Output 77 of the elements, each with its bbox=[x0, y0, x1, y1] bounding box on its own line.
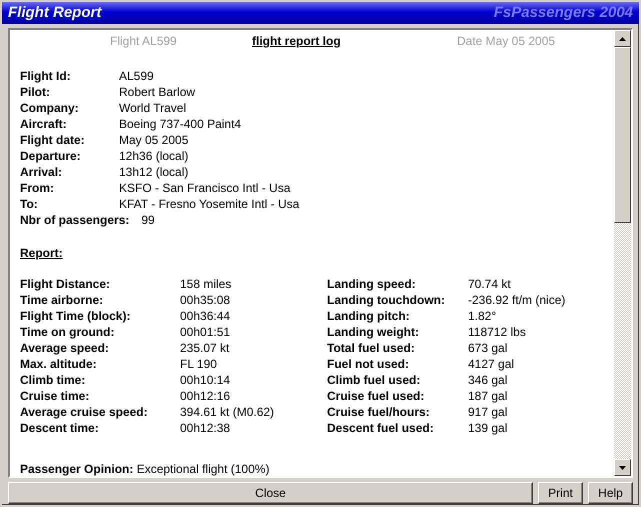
stat-label: Climb fuel used: bbox=[327, 372, 422, 389]
stat-value: 673 gal bbox=[468, 340, 508, 357]
stat-label: Total fuel used: bbox=[327, 340, 416, 357]
stat-label: Landing pitch: bbox=[327, 308, 411, 325]
scrollbar[interactable] bbox=[614, 30, 631, 476]
opinion-value: Exceptional flight (100%) bbox=[136, 462, 270, 476]
stat-label: Descent time: bbox=[20, 420, 100, 437]
field-label: Nbr of passengers: bbox=[20, 212, 130, 229]
field-label: Pilot: bbox=[20, 84, 51, 101]
stat-label: Time on ground: bbox=[20, 324, 116, 341]
section-heading: Report: bbox=[20, 245, 64, 260]
scroll-up-button[interactable] bbox=[614, 30, 631, 47]
field-value: 99 bbox=[141, 212, 155, 229]
stat-label: Landing weight: bbox=[327, 324, 420, 341]
dialog-button[interactable]: Help bbox=[588, 482, 633, 504]
stat-value: 158 miles bbox=[180, 276, 232, 293]
opinion-label: Passenger Opinion: bbox=[20, 462, 134, 476]
down-triangle-icon bbox=[619, 466, 626, 470]
field-label: Company: bbox=[20, 100, 80, 117]
stat-label: Cruise fuel used: bbox=[327, 388, 426, 405]
stat-label: Cruise fuel/hours: bbox=[327, 404, 431, 421]
field-value: May 05 2005 bbox=[119, 132, 188, 149]
stat-value: 235.07 kt bbox=[180, 340, 230, 357]
stat-label: Average cruise speed: bbox=[20, 404, 149, 421]
stat-value: 346 gal bbox=[468, 372, 508, 389]
field-value: KSFO - San Francisco Intl - Usa bbox=[119, 180, 290, 197]
stat-label: Climb time: bbox=[20, 372, 86, 389]
field-label: Arrival: bbox=[20, 164, 64, 181]
field-label: Departure: bbox=[20, 148, 82, 165]
report-heading: flight report log bbox=[252, 33, 342, 50]
stat-value: 70.74 kt bbox=[468, 276, 511, 293]
stat-value: 00h10:14 bbox=[180, 372, 232, 389]
up-triangle-icon bbox=[619, 36, 626, 40]
stat-value: 00h01:51 bbox=[180, 324, 232, 341]
stat-value: 00h12:38 bbox=[180, 420, 232, 437]
date-text: Date May 05 2005 bbox=[457, 33, 556, 50]
stat-value: 1.82° bbox=[468, 308, 496, 325]
field-value: 13h12 (local) bbox=[119, 164, 188, 181]
window-title: Flight Report bbox=[8, 2, 102, 23]
stat-label: Landing speed: bbox=[327, 276, 417, 293]
scroll-down-button[interactable] bbox=[614, 459, 631, 476]
stat-label: Flight Time (block): bbox=[20, 308, 132, 325]
field-value: AL599 bbox=[119, 68, 154, 85]
stat-value: 4127 gal bbox=[468, 356, 514, 373]
field-label: To: bbox=[20, 196, 39, 213]
stat-value: 187 gal bbox=[468, 388, 508, 405]
flight-number-text: Flight AL599 bbox=[110, 33, 178, 50]
stat-value: 139 gal bbox=[468, 420, 508, 437]
field-value: Boeing 737-400 Paint4 bbox=[119, 116, 242, 133]
field-value: 12h36 (local) bbox=[119, 148, 188, 165]
stat-value: 917 gal bbox=[468, 404, 508, 421]
field-label: Flight Id: bbox=[20, 68, 72, 85]
stat-value: 00h35:08 bbox=[180, 292, 232, 309]
brand-title: FsPassengers 2004 bbox=[494, 2, 633, 23]
stat-value: FL 190 bbox=[180, 356, 218, 373]
stat-label: Max. altitude: bbox=[20, 356, 98, 373]
field-label: From: bbox=[20, 180, 55, 197]
field-value: Robert Barlow bbox=[119, 84, 196, 101]
field-value: KFAT - Fresno Yosemite Intl - Usa bbox=[119, 196, 300, 213]
stat-value: 118712 lbs bbox=[468, 324, 526, 341]
field-label: Aircraft: bbox=[20, 116, 68, 133]
stat-label: Flight Distance: bbox=[20, 276, 112, 293]
field-label: Flight date: bbox=[20, 132, 86, 149]
stat-label: Fuel not used: bbox=[327, 356, 410, 373]
dialog-button[interactable]: Print bbox=[538, 482, 583, 504]
stat-value: -236.92 ft/m (nice) bbox=[468, 292, 566, 309]
dialog-button[interactable]: Close bbox=[8, 482, 533, 504]
stat-label: Time airborne: bbox=[20, 292, 104, 309]
field-value: World Travel bbox=[119, 100, 186, 117]
stat-label: Cruise time: bbox=[20, 388, 90, 405]
stat-value: 00h36:44 bbox=[180, 308, 232, 325]
stat-label: Descent fuel used: bbox=[327, 420, 435, 437]
scroll-thumb[interactable] bbox=[614, 47, 631, 223]
stat-label: Average speed: bbox=[20, 340, 110, 357]
stat-value: 394.61 kt (M0.62) bbox=[180, 404, 276, 421]
stat-value: 00h12:16 bbox=[180, 388, 232, 405]
stat-label: Landing touchdown: bbox=[327, 292, 446, 309]
